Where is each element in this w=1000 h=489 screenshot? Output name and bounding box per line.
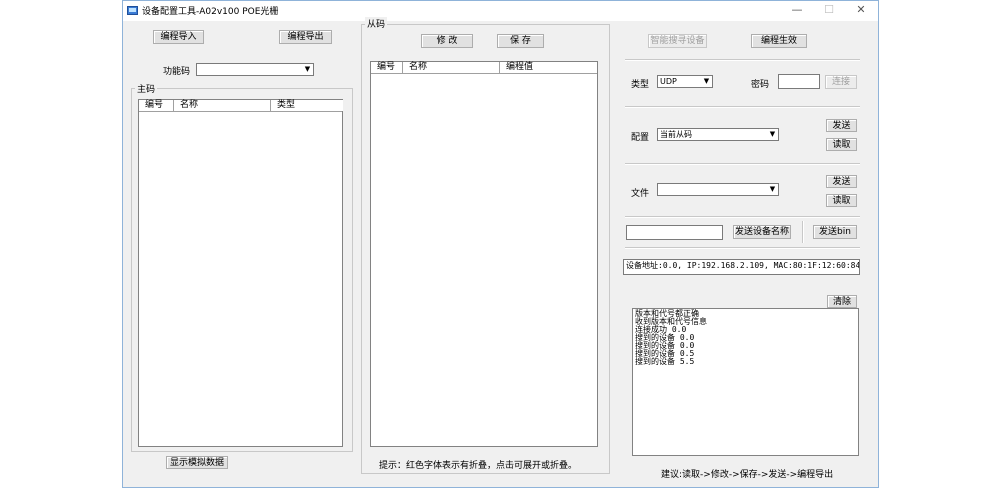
separator <box>625 247 860 249</box>
device-info-text: 设备地址:0.0, IP:192.168.2.109, MAC:80:1F:12… <box>626 261 859 270</box>
program-apply-button[interactable]: 编程生效 <box>751 34 807 48</box>
type-label: 类型 <box>631 80 650 90</box>
separator <box>625 216 860 218</box>
chevron-down-icon[interactable]: ▼ <box>702 77 711 86</box>
save-button[interactable]: 保 存 <box>497 34 544 48</box>
close-button[interactable]: ✕ <box>847 1 875 21</box>
clear-log-button[interactable]: 清除 <box>827 295 857 308</box>
device-name-input[interactable] <box>626 225 723 240</box>
type-value: UDP <box>660 77 677 86</box>
log-line: 搜到的设备 5.5 <box>635 357 695 366</box>
minimize-button[interactable]: — <box>783 1 811 21</box>
column-header-number[interactable]: 编号 <box>371 62 403 73</box>
password-label: 密码 <box>751 80 770 90</box>
slave-code-table[interactable]: 编号 名称 编程值 <box>370 61 598 447</box>
column-header-name[interactable]: 名称 <box>174 100 271 111</box>
modify-button[interactable]: 修 改 <box>421 34 473 48</box>
window-title: 设备配置工具-A02v100 POE光栅 <box>142 7 279 17</box>
title-bar[interactable]: 设备配置工具-A02v100 POE光栅 — ☐ ✕ <box>123 1 878 21</box>
main-code-title: 主码 <box>135 82 158 95</box>
show-simulated-data-button[interactable]: 显示模拟数据 <box>166 456 228 469</box>
config-select[interactable]: 当前从码 ▼ <box>657 128 779 141</box>
file-select[interactable]: ▼ <box>657 183 779 196</box>
config-value: 当前从码 <box>660 130 692 139</box>
program-export-button[interactable]: 编程导出 <box>279 30 332 44</box>
workflow-suggestion: 建议:读取->修改->保存->发送->编程导出 <box>661 470 834 480</box>
fold-hint: 提示：红色字体表示有折叠，点击可展开或折叠。 <box>379 461 578 471</box>
maximize-button[interactable]: ☐ <box>815 1 843 21</box>
connect-button[interactable]: 连接 <box>825 75 857 89</box>
header-divider <box>371 73 597 74</box>
file-label: 文件 <box>631 189 650 199</box>
chevron-down-icon[interactable]: ▼ <box>768 130 777 139</box>
file-send-button[interactable]: 发送 <box>826 175 857 188</box>
main-code-table[interactable]: 编号 名称 类型 <box>138 99 343 447</box>
config-read-button[interactable]: 读取 <box>826 138 857 151</box>
chevron-down-icon[interactable]: ▼ <box>768 185 777 194</box>
log-box[interactable]: 版本和代号都正确 收到版本和代号信息 连接成功 0.0 搜到的设备 0.0 搜到… <box>632 308 859 456</box>
separator <box>625 106 860 108</box>
separator <box>625 163 860 165</box>
config-label: 配置 <box>631 133 650 143</box>
type-select[interactable]: UDP ▼ <box>657 75 713 88</box>
header-divider <box>139 111 342 112</box>
slave-code-title: 从码 <box>365 17 388 30</box>
device-info-field[interactable]: 设备地址:0.0, IP:192.168.2.109, MAC:80:1F:12… <box>623 259 860 275</box>
send-device-name-button[interactable]: 发送设备名称 <box>733 225 791 239</box>
separator <box>625 59 860 61</box>
app-window: 设备配置工具-A02v100 POE光栅 — ☐ ✕ 编程导入 编程导出 功能码… <box>122 0 879 488</box>
vertical-separator <box>802 221 804 243</box>
smart-search-device-button[interactable]: 智能搜寻设备 <box>648 34 707 48</box>
function-code-label: 功能码 <box>163 67 191 77</box>
function-code-select[interactable]: ▼ <box>196 63 314 76</box>
send-bin-button[interactable]: 发送bin <box>813 225 857 239</box>
column-header-type[interactable]: 类型 <box>271 100 343 111</box>
config-send-button[interactable]: 发送 <box>826 119 857 132</box>
column-header-name[interactable]: 名称 <box>403 62 500 73</box>
column-header-number[interactable]: 编号 <box>139 100 174 111</box>
app-icon <box>127 6 138 15</box>
chevron-down-icon[interactable]: ▼ <box>303 65 312 74</box>
column-header-program-value[interactable]: 编程值 <box>500 62 597 73</box>
password-input[interactable] <box>778 74 820 89</box>
program-import-button[interactable]: 编程导入 <box>153 30 204 44</box>
file-read-button[interactable]: 读取 <box>826 194 857 207</box>
